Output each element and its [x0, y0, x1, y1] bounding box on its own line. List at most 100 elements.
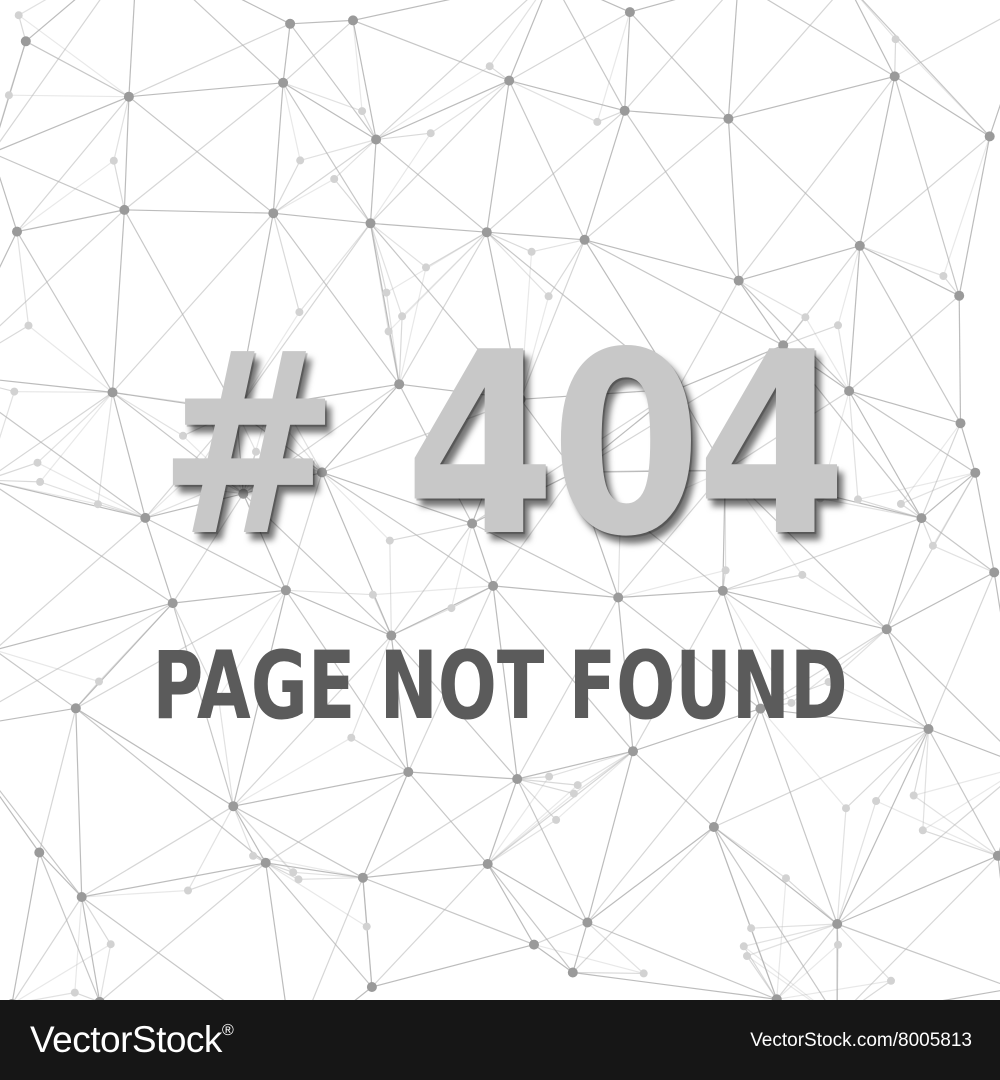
mesh-node [426, 129, 435, 138]
mesh-node [447, 604, 456, 613]
artwork: # 404 PAGE NOT FOUND [0, 0, 1000, 1000]
mesh-line [859, 245, 960, 297]
mesh-line [352, 19, 510, 82]
mesh-line [713, 826, 838, 925]
mesh-line [548, 239, 586, 297]
mesh-node [545, 772, 554, 781]
mesh-line [859, 245, 944, 277]
mesh-line [508, 11, 631, 82]
mesh-node [708, 822, 719, 832]
mesh-line [508, 80, 586, 241]
mesh-line [487, 819, 557, 865]
mesh-line [508, 80, 598, 123]
mesh-node [106, 940, 115, 949]
mesh-line [16, 160, 115, 233]
mesh-line [489, 0, 537, 67]
mesh-line [600, 0, 631, 13]
mesh-line [124, 82, 284, 211]
mesh-node [619, 105, 630, 116]
mesh-line [487, 776, 550, 865]
mesh-node [119, 204, 130, 215]
page: # 404 PAGE NOT FOUND VectorStock® Vector… [0, 0, 1000, 1080]
mesh-line [265, 862, 373, 988]
mesh-line [727, 0, 834, 120]
mesh-line [486, 80, 510, 233]
mesh-line [577, 750, 634, 786]
mesh-node [955, 418, 966, 429]
mesh-line [860, 0, 897, 40]
mesh-node [365, 218, 376, 229]
mesh-node [289, 868, 298, 877]
mesh-line [272, 213, 300, 313]
mesh-line [875, 800, 999, 857]
mesh-line [974, 472, 995, 573]
mesh-node [889, 71, 900, 82]
mesh-line [232, 737, 352, 807]
mesh-line [927, 728, 999, 857]
mesh-node [832, 919, 843, 929]
mesh-line [727, 0, 738, 119]
mesh-node [285, 18, 296, 29]
mesh-line [350, 737, 409, 773]
mesh-line [232, 805, 254, 857]
mesh-node [739, 942, 748, 951]
mesh-node [12, 226, 22, 237]
mesh-line [531, 239, 585, 253]
mesh-node [362, 922, 371, 931]
mesh-line [312, 877, 364, 1000]
mesh-line [572, 971, 777, 1000]
mesh-line [573, 750, 634, 795]
mesh-line [722, 590, 887, 630]
mesh-node [330, 175, 339, 183]
mesh-node [923, 724, 934, 734]
mesh-line [362, 771, 409, 878]
mesh-node [872, 797, 881, 805]
mesh-line [861, 0, 991, 137]
mesh-line [0, 95, 10, 128]
mesh-line [927, 572, 995, 730]
mesh-node [834, 940, 842, 949]
mesh-node [593, 117, 602, 126]
mesh-line [486, 231, 550, 297]
mesh-line [375, 80, 510, 141]
mesh-node [403, 767, 414, 777]
mesh-line [362, 877, 535, 946]
mesh-node [123, 91, 134, 102]
mesh-node [887, 976, 895, 985]
mesh-line [738, 245, 860, 282]
error-code-heading: # 404 [158, 299, 847, 592]
mesh-line [533, 944, 574, 973]
mesh-node [70, 988, 79, 997]
mesh-line [282, 23, 291, 83]
mesh-line [555, 750, 634, 821]
mesh-line [836, 923, 1000, 985]
mesh-line [894, 76, 960, 296]
mesh-node [4, 91, 13, 100]
mesh-node [20, 36, 31, 47]
mesh-line [18, 14, 130, 98]
mesh-line [407, 771, 489, 865]
mesh-node [249, 851, 258, 860]
mesh-line [0, 391, 15, 439]
mesh-line [369, 139, 377, 224]
mesh-line [375, 0, 528, 140]
mesh-line [352, 0, 451, 21]
mesh-line [8, 41, 27, 96]
mesh-node [278, 77, 289, 88]
mesh-node [529, 939, 539, 950]
mesh-line [273, 212, 371, 224]
mesh-line [713, 826, 826, 1000]
mesh-node [184, 886, 192, 895]
mesh-line [0, 707, 76, 722]
mesh-node [939, 272, 948, 280]
mesh-line [0, 789, 83, 898]
mesh-node [228, 801, 239, 812]
mesh-node [639, 969, 648, 978]
mesh-node [36, 477, 45, 486]
mesh-line [187, 862, 266, 892]
mesh-line [886, 629, 930, 730]
mesh-node [733, 275, 744, 286]
mesh-node [613, 592, 624, 603]
mesh-node [582, 917, 593, 928]
mesh-node [294, 875, 303, 884]
